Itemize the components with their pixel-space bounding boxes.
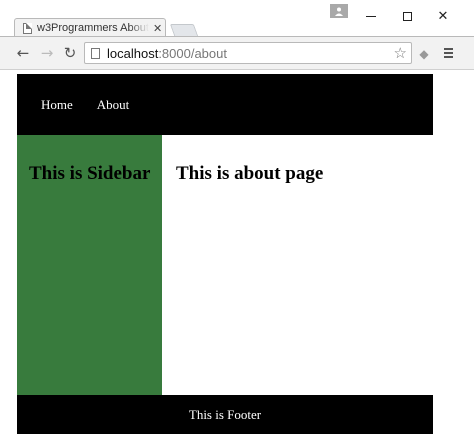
page-title: This is about page [176,163,324,184]
nav-link-home[interactable]: Home [41,97,73,113]
window-close-button[interactable]: ✕ [428,6,458,26]
arrow-left-icon: ← [16,44,30,62]
tab-title: w3Programmers About Page [37,22,149,34]
close-icon: ✕ [437,8,449,24]
site-header: Home About [17,74,433,135]
nav-link-about[interactable]: About [97,97,130,113]
minimize-button[interactable] [356,6,386,26]
page-viewport: Home About This is Sidebar This is about… [0,71,474,440]
browser-menu-icon[interactable] [440,45,456,61]
bookmark-star-icon[interactable]: ☆ [394,44,407,62]
page-info-icon[interactable] [91,47,100,59]
new-tab-button[interactable] [169,24,199,36]
user-profile-icon[interactable] [330,4,348,18]
browser-toolbar: ← → ↻ localhost:8000/about ☆ ◆ [0,36,474,70]
reload-icon: ↻ [63,44,77,62]
arrow-right-icon: → [40,44,54,62]
address-bar[interactable]: localhost:8000/about ☆ [84,42,412,64]
back-button[interactable]: ← [14,44,32,62]
forward-button[interactable]: → [38,44,56,62]
url-host: localhost [107,45,159,61]
sidebar-heading: This is Sidebar [29,163,151,184]
extension-icon[interactable]: ◆ [416,46,432,62]
site-footer: This is Footer [17,395,433,434]
url-path: :8000/about [158,45,227,61]
reload-button[interactable]: ↻ [61,44,79,62]
minimize-icon [366,15,376,17]
maximize-icon [402,11,412,21]
main-content: This is about page [162,135,433,395]
maximize-button[interactable] [392,6,422,26]
page-favicon-icon [23,22,32,34]
tab-close-icon[interactable]: ✕ [153,23,162,34]
browser-titlebar: w3Programmers About Page ✕ ✕ [0,0,474,37]
footer-text: This is Footer [188,406,262,422]
sidebar: This is Sidebar [17,135,162,395]
browser-tab[interactable]: w3Programmers About Page ✕ [14,18,166,37]
